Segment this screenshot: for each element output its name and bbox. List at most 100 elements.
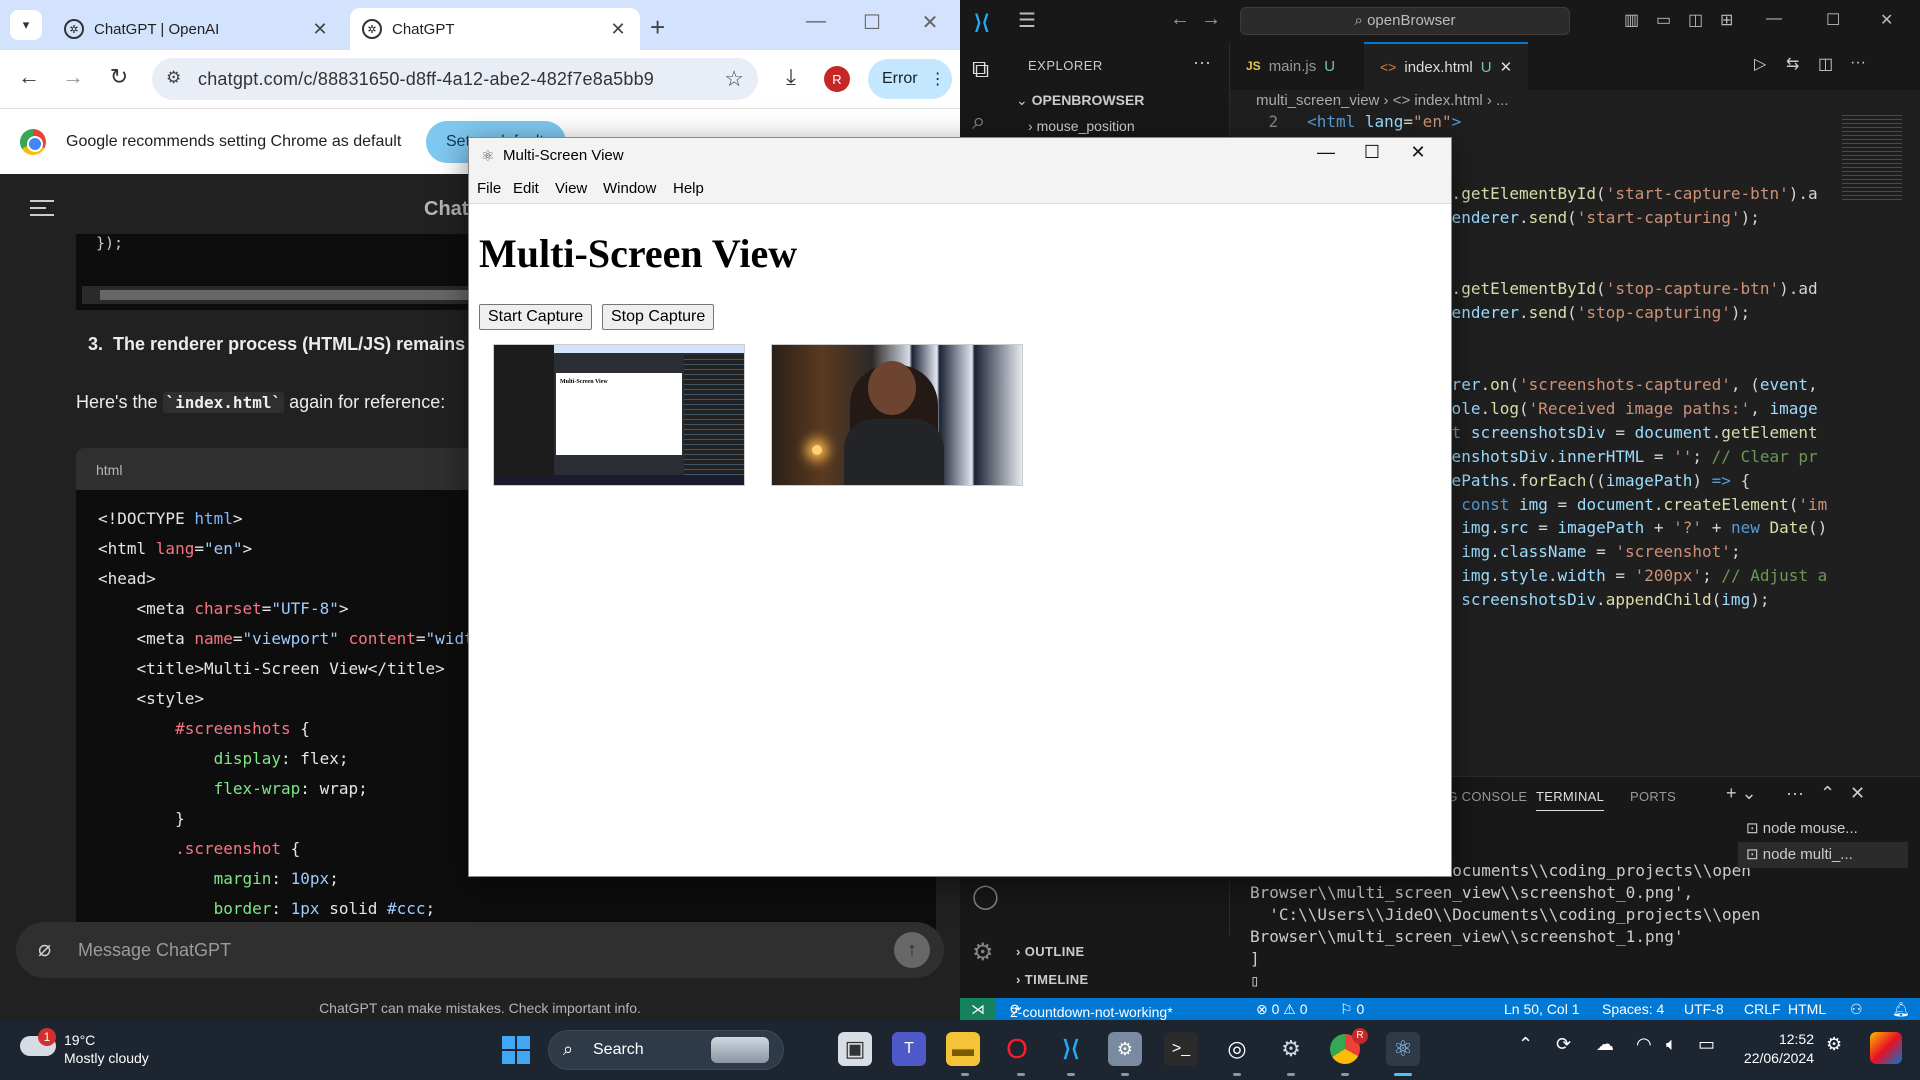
- outline-section[interactable]: › OUTLINE: [1016, 944, 1085, 959]
- sync-icon[interactable]: ⟳: [1556, 1034, 1571, 1055]
- back-icon[interactable]: ←: [14, 64, 44, 90]
- search-icon[interactable]: ⌕: [972, 108, 985, 136]
- encoding[interactable]: UTF-8: [1684, 1001, 1724, 1017]
- problems-status[interactable]: ⊗ 0 ⚠ 0: [1256, 1001, 1308, 1018]
- menu-view[interactable]: View: [555, 180, 587, 197]
- terminal-item[interactable]: ⊡ node mouse...: [1738, 816, 1908, 842]
- explorer-icon[interactable]: ⧉: [972, 56, 989, 84]
- settings-gear-icon[interactable]: ⚙: [1274, 1032, 1308, 1066]
- terminal-icon[interactable]: >_: [1164, 1032, 1198, 1066]
- language-mode[interactable]: HTML: [1788, 1001, 1826, 1017]
- close-window-button[interactable]: ✕: [910, 10, 950, 35]
- git-branch[interactable]: ⑂ 2-countdown-not-working* ⟳: [1010, 1001, 1173, 1020]
- battery-icon[interactable]: ▭: [1698, 1034, 1715, 1055]
- kebab-menu-icon[interactable]: ⋮: [930, 69, 946, 89]
- terminal-item[interactable]: ⊡ node multi_...: [1738, 842, 1908, 868]
- url-text[interactable]: chatgpt.com/c/88831650-d8ff-4a12-abe2-48…: [198, 69, 654, 90]
- maximize-panel-icon[interactable]: ⌃: [1820, 783, 1835, 804]
- close-panel-icon[interactable]: ✕: [1850, 783, 1865, 804]
- app-icon[interactable]: ⚙: [1108, 1032, 1142, 1066]
- remote-icon[interactable]: ⋊: [960, 998, 996, 1020]
- attach-icon[interactable]: ⌀: [38, 936, 51, 962]
- opera-icon[interactable]: O: [1000, 1032, 1034, 1066]
- message-composer[interactable]: ⌀ Message ChatGPT ↑: [16, 922, 944, 978]
- split-editor-icon[interactable]: ◫: [1818, 54, 1833, 74]
- run-icon[interactable]: ▷: [1754, 54, 1766, 74]
- new-tab-button[interactable]: +: [650, 12, 665, 43]
- download-icon[interactable]: ⤓: [776, 64, 806, 90]
- wifi-icon[interactable]: ◠: [1636, 1034, 1652, 1055]
- compare-icon[interactable]: ⇆: [1786, 54, 1799, 74]
- address-bar[interactable]: ⚙ chatgpt.com/c/88831650-d8ff-4a12-abe2-…: [152, 58, 758, 100]
- more-actions-icon[interactable]: ···: [1193, 52, 1211, 73]
- notifications-icon[interactable]: 🔔︎: [1892, 1001, 1910, 1018]
- settings-gear-icon[interactable]: ⚙: [972, 938, 994, 967]
- site-info-icon[interactable]: ⚙: [166, 68, 181, 88]
- ports-status[interactable]: ⚐ 0: [1340, 1001, 1364, 1018]
- error-button[interactable]: Error ⋮: [868, 59, 952, 99]
- toggle-panel-icon[interactable]: ▭: [1656, 10, 1671, 30]
- new-terminal-icon[interactable]: + ⌄: [1726, 783, 1757, 804]
- stop-capture-button[interactable]: Stop Capture: [602, 304, 715, 330]
- maximize-icon[interactable]: ☐: [1826, 10, 1840, 30]
- menu-help[interactable]: Help: [673, 180, 704, 197]
- start-capture-button[interactable]: Start Capture: [479, 304, 593, 330]
- minimize-button[interactable]: —: [796, 10, 836, 33]
- maximize-button[interactable]: ☐: [852, 10, 892, 35]
- tab-ports[interactable]: PORTS: [1630, 789, 1676, 804]
- volume-icon[interactable]: 🔈︎: [1666, 1034, 1677, 1055]
- reload-icon[interactable]: ↻: [104, 64, 134, 90]
- forward-icon[interactable]: →: [58, 64, 88, 90]
- obs-icon[interactable]: ◎: [1220, 1032, 1254, 1066]
- account-icon[interactable]: ◯: [972, 882, 999, 911]
- timeline-section[interactable]: › TIMELINE: [1016, 972, 1089, 987]
- file-explorer-icon[interactable]: ▬: [946, 1032, 980, 1066]
- profile-avatar[interactable]: R: [824, 66, 850, 92]
- scrollbar-thumb[interactable]: [100, 290, 500, 300]
- start-button[interactable]: [502, 1036, 530, 1064]
- tree-item-mouse-position[interactable]: › mouse_position: [1028, 118, 1135, 134]
- nav-arrows-icon[interactable]: ← →: [1170, 8, 1221, 31]
- cursor-position[interactable]: Ln 50, Col 1: [1504, 1001, 1580, 1017]
- project-folder[interactable]: ⌄ OPENBROWSER: [1016, 92, 1144, 109]
- message-input[interactable]: Message ChatGPT: [78, 940, 231, 961]
- copilot-icon[interactable]: ⚇: [1850, 1001, 1863, 1018]
- tab-main-js[interactable]: JS main.js U: [1230, 42, 1351, 90]
- tab-terminal[interactable]: TERMINAL: [1536, 789, 1605, 811]
- tab-chatgpt[interactable]: ✲ ChatGPT ✕: [350, 8, 640, 50]
- command-center-search[interactable]: ⌕ openBrowser: [1240, 7, 1570, 35]
- tab-index-html[interactable]: <> index.html U ✕: [1364, 42, 1529, 90]
- more-actions-icon[interactable]: ···: [1786, 783, 1804, 804]
- toggle-sidebar-icon[interactable]: ▥: [1624, 10, 1639, 30]
- electron-icon[interactable]: ⚛: [1386, 1032, 1420, 1066]
- teams-icon[interactable]: T: [892, 1032, 926, 1066]
- indentation[interactable]: Spaces: 4: [1602, 1001, 1664, 1017]
- send-arrow-icon[interactable]: ↑: [894, 932, 930, 968]
- maximize-button[interactable]: ☐: [1349, 142, 1395, 163]
- hamburger-menu-icon[interactable]: ☰: [1018, 8, 1036, 33]
- copilot-icon[interactable]: [1870, 1032, 1902, 1064]
- bookmark-star-icon[interactable]: ☆: [724, 66, 744, 92]
- onedrive-icon[interactable]: ☁: [1596, 1034, 1614, 1055]
- menu-file[interactable]: File: [477, 180, 501, 197]
- taskbar-search[interactable]: ⌕ Search: [548, 1030, 784, 1070]
- toggle-secondary-icon[interactable]: ◫: [1688, 10, 1703, 30]
- notification-center-icon[interactable]: ⚙: [1826, 1034, 1842, 1055]
- menu-window[interactable]: Window: [603, 180, 656, 197]
- close-button[interactable]: ✕: [1395, 142, 1441, 163]
- vscode-icon[interactable]: ⟩⟨: [1054, 1032, 1088, 1066]
- breadcrumb[interactable]: multi_screen_view › <> index.html › ...: [1256, 92, 1509, 109]
- more-actions-icon[interactable]: ···: [1850, 54, 1866, 72]
- chevron-up-icon[interactable]: ⌃: [1518, 1034, 1533, 1055]
- line-ending[interactable]: CRLF: [1744, 1001, 1781, 1017]
- minimize-button[interactable]: —: [1303, 142, 1349, 163]
- minimize-icon[interactable]: —: [1766, 10, 1782, 28]
- tab-chatgpt-openai[interactable]: ✲ ChatGPT | OpenAI ✕: [52, 8, 342, 50]
- system-clock[interactable]: 12:52 22/06/2024: [1738, 1030, 1814, 1068]
- menu-edit[interactable]: Edit: [513, 180, 539, 197]
- close-icon[interactable]: ✕: [1500, 58, 1513, 76]
- task-view-icon[interactable]: ▣: [838, 1032, 872, 1066]
- close-icon[interactable]: ✕: [608, 19, 628, 40]
- layout-icon[interactable]: ⊞: [1720, 10, 1733, 30]
- minimap[interactable]: [1842, 112, 1902, 202]
